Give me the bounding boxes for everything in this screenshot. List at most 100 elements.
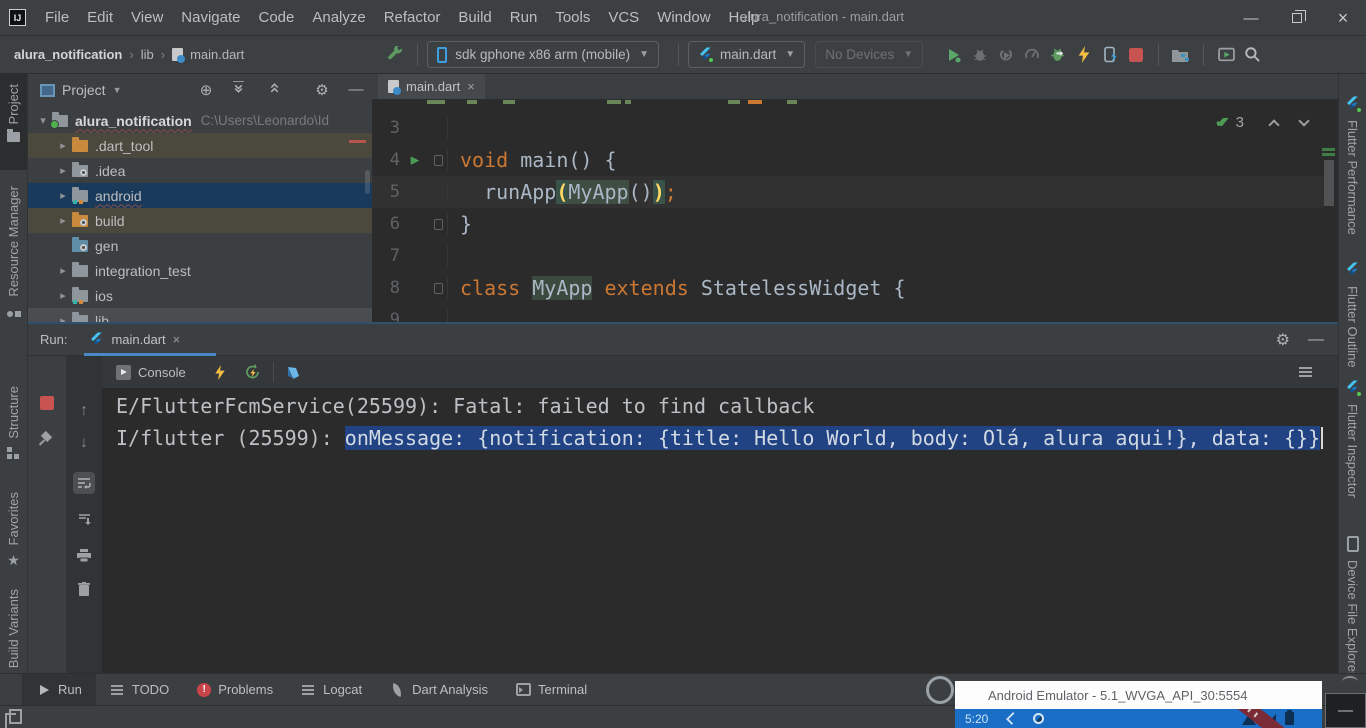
stripe-flutter-performance[interactable]: Flutter Performance <box>1339 86 1366 235</box>
code-text[interactable]: runApp(MyApp()); <box>450 180 677 204</box>
editor-scrollbar[interactable] <box>1324 160 1334 206</box>
close-tab-icon[interactable]: × <box>467 79 475 94</box>
line-number[interactable]: 7 <box>372 246 400 266</box>
dart-devtools-icon[interactable] <box>286 365 301 380</box>
run-button[interactable] <box>941 42 967 68</box>
gear-icon[interactable]: ⚙ <box>312 81 332 99</box>
tool-window-switcher-icon[interactable] <box>9 709 22 724</box>
code-text[interactable]: } <box>450 212 472 236</box>
inspection-widget[interactable]: ✔ ✔ 3 <box>1215 114 1308 131</box>
menu-view[interactable]: View <box>122 0 172 36</box>
collapse-all-icon[interactable] <box>268 81 288 94</box>
tree-row-idea[interactable]: ▸.idea <box>28 158 372 183</box>
tree-row-android[interactable]: ▸android <box>28 183 372 208</box>
stripe-device-file-explorer[interactable]: Device File Explorer <box>1339 526 1366 676</box>
menu-vcs[interactable]: VCS <box>599 0 648 36</box>
project-scrollbar-thumb[interactable] <box>365 170 370 194</box>
tree-expand-arrow-icon[interactable]: ▸ <box>54 139 72 152</box>
line-number[interactable]: 5 <box>372 182 400 202</box>
bottom-tab-terminal[interactable]: Terminal <box>502 674 601 705</box>
menu-file[interactable]: File <box>36 0 78 36</box>
tree-row-alura-notification[interactable]: ▾alura_notificationC:\Users\Leonardo\Id <box>28 108 372 133</box>
attach-debugger-button[interactable] <box>1045 42 1071 68</box>
next-problem-icon[interactable] <box>1298 115 1309 126</box>
gear-icon[interactable]: ⚙ <box>1276 330 1290 350</box>
stripe-flutter-inspector[interactable]: Flutter Inspector <box>1339 370 1366 498</box>
hot-reload-lightning-button[interactable] <box>1071 42 1097 68</box>
stop-button[interactable] <box>1123 42 1149 68</box>
hide-panel-icon[interactable]: — <box>1308 331 1324 349</box>
stop-icon[interactable] <box>40 396 54 410</box>
up-arrow-icon[interactable]: ↑ <box>73 400 95 422</box>
menu-run[interactable]: Run <box>501 0 547 36</box>
menu-build[interactable]: Build <box>449 0 500 36</box>
tree-expand-arrow-icon[interactable]: ▸ <box>54 189 72 202</box>
line-number[interactable]: 9 <box>372 310 400 322</box>
console-output[interactable]: E/FlutterFcmService(25599): Fatal: faile… <box>102 388 1338 673</box>
line-number[interactable]: 6 <box>372 214 400 234</box>
line-number[interactable]: 3 <box>372 118 400 138</box>
expand-all-icon[interactable] <box>232 81 252 94</box>
minimize-button[interactable]: — <box>1228 0 1274 36</box>
tree-row-integration-test[interactable]: ▸integration_test <box>28 258 372 283</box>
menu-refactor[interactable]: Refactor <box>375 0 450 36</box>
hot-reload-lightning-icon[interactable] <box>214 365 226 380</box>
bottom-tab-logcat[interactable]: Logcat <box>287 674 376 705</box>
menu-code[interactable]: Code <box>249 0 303 36</box>
restore-button[interactable] <box>1274 0 1320 36</box>
tree-expand-arrow-icon[interactable]: ▸ <box>54 264 72 277</box>
bottom-tab-todo[interactable]: TODO <box>96 674 183 705</box>
print-icon[interactable] <box>73 544 95 566</box>
run-config-selector[interactable]: main.dart ▼ <box>688 41 805 68</box>
device-selector[interactable]: sdk gphone x86 arm (mobile) ▼ <box>427 41 659 68</box>
fold-marker-icon[interactable] <box>430 214 448 234</box>
bottom-tab-problems[interactable]: !Problems <box>183 674 287 705</box>
code-text[interactable]: void main() { <box>450 148 617 172</box>
tree-expand-arrow-icon[interactable]: ▸ <box>54 214 72 227</box>
editor-tab-main-dart[interactable]: main.dart × <box>378 74 485 99</box>
menu-analyze[interactable]: Analyze <box>303 0 374 36</box>
console-line-2[interactable]: I/flutter (25599): onMessage: {notificat… <box>116 422 1338 454</box>
emulator-title[interactable]: Android Emulator - 5.1_WVGA_API_30:5554 <box>955 681 1322 709</box>
console-tab[interactable]: Console <box>116 365 186 380</box>
stripe-favorites[interactable]: Favorites★ <box>0 482 27 567</box>
search-everywhere-button[interactable] <box>1239 42 1265 68</box>
bottom-tab-dart-analysis[interactable]: Dart Analysis <box>376 674 502 705</box>
code-area[interactable]: 34▶▶void main() {5 runApp(MyApp());6}78c… <box>372 100 1324 322</box>
tree-row-dart-tool[interactable]: ▸.dart_tool <box>28 133 372 158</box>
bottom-tab-run[interactable]: Run <box>22 674 96 705</box>
stripe-structure[interactable]: Structure <box>0 376 27 460</box>
menu-window[interactable]: Window <box>648 0 719 36</box>
stripe-resource-manager[interactable]: Resource Manager <box>0 176 27 344</box>
device-manager-button[interactable] <box>1213 42 1239 68</box>
fold-marker-icon[interactable] <box>430 278 448 298</box>
tree-expand-arrow-icon[interactable]: ▸ <box>54 164 72 177</box>
breadcrumb-dir[interactable]: lib <box>141 47 154 62</box>
run-line-icon[interactable]: ▶▶ <box>400 153 430 168</box>
menu-tools[interactable]: Tools <box>546 0 599 36</box>
scroll-to-end-icon[interactable] <box>73 508 95 530</box>
close-tab-icon[interactable]: × <box>173 332 181 347</box>
hot-restart-icon[interactable] <box>244 364 261 380</box>
emulator-window[interactable]: Android Emulator - 5.1_WVGA_API_30:5554 … <box>955 681 1322 728</box>
fold-marker-icon[interactable] <box>430 150 448 170</box>
stripe-project[interactable]: Project <box>0 74 27 170</box>
menu-navigate[interactable]: Navigate <box>172 0 249 36</box>
previous-problem-icon[interactable] <box>1268 119 1279 130</box>
tree-row-build[interactable]: ▸build <box>28 208 372 233</box>
build-wrench-icon[interactable] <box>382 42 408 68</box>
locate-file-icon[interactable]: ⊕ <box>196 81 216 99</box>
run-tab-main-dart[interactable]: main.dart × <box>81 324 188 355</box>
console-settings-icon[interactable] <box>1299 366 1314 379</box>
project-structure-button[interactable] <box>1168 42 1194 68</box>
close-button[interactable]: × <box>1320 0 1366 36</box>
stripe-flutter-outline[interactable]: Flutter Outline <box>1339 252 1366 368</box>
menu-edit[interactable]: Edit <box>78 0 122 36</box>
tree-row-ios[interactable]: ▸ios <box>28 283 372 308</box>
tree-expand-arrow-icon[interactable]: ▸ <box>54 289 72 302</box>
breadcrumb-file[interactable]: main.dart <box>190 47 244 62</box>
breadcrumb-project[interactable]: alura_notification <box>14 47 122 62</box>
tree-row-lib[interactable]: ▸lib <box>28 308 372 322</box>
emulator-side-panel[interactable]: — <box>1325 693 1366 728</box>
down-arrow-icon[interactable]: ↓ <box>73 432 95 454</box>
